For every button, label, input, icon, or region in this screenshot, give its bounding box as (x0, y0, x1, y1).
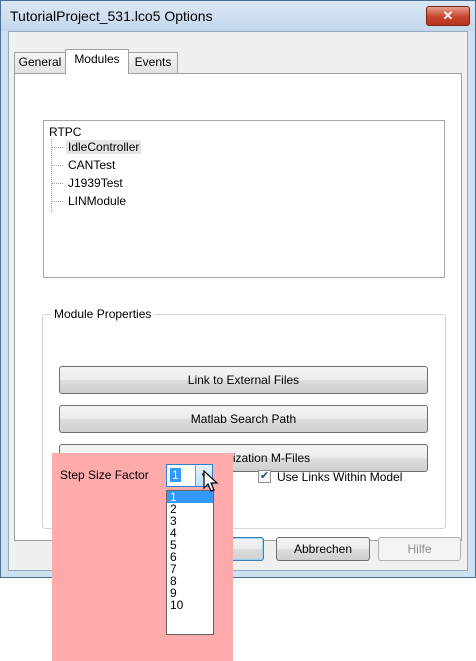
tree-branch-line (51, 147, 63, 148)
button-label: Abbrechen (293, 542, 353, 556)
tree-item-label: LINModule (68, 194, 127, 208)
tree-root-rtpc[interactable]: RTPC (49, 125, 81, 139)
tab-modules-label: Modules (74, 52, 120, 66)
mouse-pointer-icon (203, 470, 219, 492)
step-size-value: 1 (170, 468, 181, 482)
close-button[interactable]: ✕ (426, 6, 470, 26)
step-size-dropdown-list[interactable]: 1 2 3 4 5 6 7 8 9 10 (166, 490, 214, 635)
tree-branch-line (51, 201, 63, 202)
tree-item-label: J1939Test (68, 176, 123, 190)
help-button: Hilfe (378, 537, 461, 561)
use-links-checkbox[interactable]: ✔ (258, 470, 271, 483)
dropdown-option[interactable]: 10 (167, 599, 213, 611)
link-external-files-button[interactable]: Link to External Files (59, 366, 428, 394)
title-bar[interactable]: TutorialProject_531.lco5 Options ✕ (1, 1, 475, 31)
button-label: Matlab Search Path (190, 412, 297, 426)
tree-item-label: CANTest (68, 158, 116, 172)
tab-general-label: General (18, 55, 62, 69)
tab-events-label: Events (134, 55, 172, 69)
module-properties-title: Module Properties (51, 307, 155, 321)
window-title: TutorialProject_531.lco5 Options (10, 8, 213, 24)
close-icon: ✕ (442, 8, 454, 23)
tree-item-label: IdleController (66, 140, 142, 154)
use-links-label[interactable]: Use Links Within Model (277, 470, 402, 484)
tree-branch-line (51, 183, 63, 184)
tab-events[interactable]: Events (128, 52, 178, 73)
cancel-button[interactable]: Abbrechen (276, 537, 370, 561)
tree-branch-line (51, 165, 63, 166)
module-tree[interactable]: RTPC IdleController CANTest J1939Test LI… (43, 120, 445, 278)
tab-modules[interactable]: Modules (65, 49, 129, 74)
button-label: Link to External Files (187, 373, 300, 387)
matlab-search-path-button[interactable]: Matlab Search Path (59, 405, 428, 433)
step-size-label: Step Size Factor (60, 468, 149, 482)
checkmark-icon: ✔ (259, 470, 270, 482)
button-label: Hilfe (407, 542, 432, 556)
tab-general[interactable]: General (14, 52, 66, 73)
